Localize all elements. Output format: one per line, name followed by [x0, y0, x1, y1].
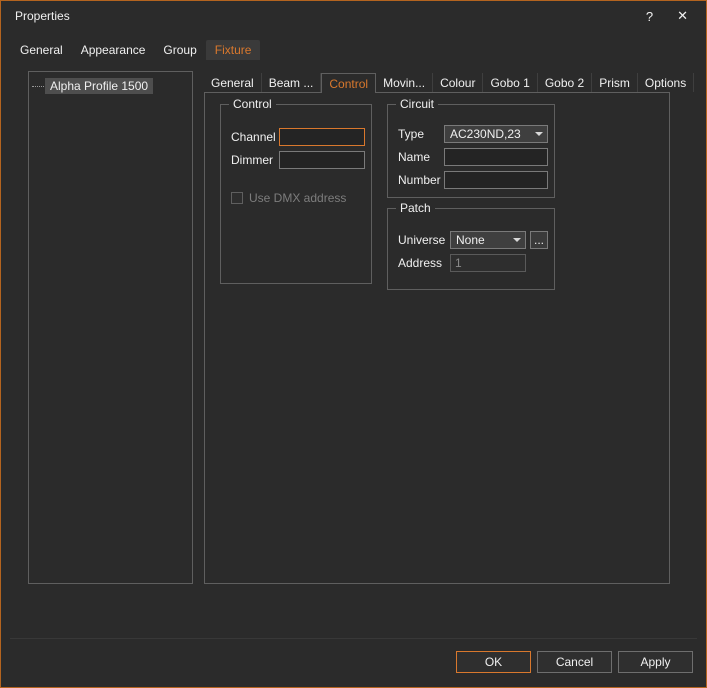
circuit-number-row: Number	[398, 171, 548, 189]
close-icon[interactable]: ✕	[673, 8, 692, 24]
circuit-groupbox-legend: Circuit	[396, 97, 438, 111]
universe-row: Universe None ...	[398, 231, 548, 249]
tab-fixture-control[interactable]: Control	[321, 73, 376, 93]
use-dmx-label: Use DMX address	[249, 191, 346, 205]
dimmer-input[interactable]	[279, 151, 365, 169]
tab-fixture-colour[interactable]: Colour	[433, 73, 483, 92]
tab-fixture-gobo2[interactable]: Gobo 2	[538, 73, 592, 92]
tab-general[interactable]: General	[11, 40, 72, 60]
fixture-tree-panel: Alpha Profile 1500	[28, 71, 193, 584]
tab-group[interactable]: Group	[154, 40, 205, 60]
address-input	[450, 254, 526, 272]
universe-value: None	[451, 233, 513, 247]
tab-fixture-moving[interactable]: Movin...	[376, 73, 433, 92]
apply-button[interactable]: Apply	[618, 651, 693, 673]
channel-input[interactable]	[279, 128, 365, 146]
universe-dropdown[interactable]: None	[450, 231, 526, 249]
tab-fixture-gobo1[interactable]: Gobo 1	[483, 73, 537, 92]
tree-item-fixture[interactable]: Alpha Profile 1500	[29, 78, 192, 94]
universe-label: Universe	[398, 233, 450, 247]
circuit-name-input[interactable]	[444, 148, 548, 166]
dimmer-label: Dimmer	[231, 153, 279, 167]
tab-fixture-general[interactable]: General	[204, 73, 262, 92]
channel-row: Channel	[231, 128, 365, 146]
address-label: Address	[398, 256, 450, 270]
footer-separator	[10, 638, 697, 639]
control-tab-panel: Control Channel Dimmer Use DMX address C…	[204, 92, 670, 584]
dropdown-arrow-icon	[513, 238, 521, 242]
dimmer-row: Dimmer	[231, 151, 365, 169]
ok-button[interactable]: OK	[456, 651, 531, 673]
patch-groupbox-legend: Patch	[396, 201, 435, 215]
tree-branch-line	[32, 86, 44, 87]
dropdown-arrow-icon	[535, 132, 543, 136]
main-tab-bar: General Appearance Group Fixture	[11, 40, 260, 60]
use-dmx-row: Use DMX address	[231, 189, 365, 207]
universe-browse-button[interactable]: ...	[530, 231, 548, 249]
use-dmx-checkbox	[231, 192, 243, 204]
circuit-type-dropdown[interactable]: AC230ND,23	[444, 125, 548, 143]
tab-appearance[interactable]: Appearance	[72, 40, 155, 60]
tab-fixture-beam[interactable]: Beam ...	[262, 73, 322, 92]
circuit-type-value: AC230ND,23	[445, 127, 535, 141]
circuit-type-row: Type AC230ND,23	[398, 125, 548, 143]
circuit-type-label: Type	[398, 127, 444, 141]
footer-button-bar: OK Cancel Apply	[456, 651, 693, 673]
tab-fixture-prism[interactable]: Prism	[592, 73, 638, 92]
titlebar[interactable]: Properties ? ✕	[1, 1, 706, 31]
tab-fixture[interactable]: Fixture	[206, 40, 261, 60]
fixture-tab-bar: General Beam ... Control Movin... Colour…	[204, 73, 694, 92]
tree-item-label: Alpha Profile 1500	[45, 78, 153, 94]
circuit-groupbox: Circuit Type AC230ND,23 Name Number	[387, 104, 555, 198]
circuit-number-input[interactable]	[444, 171, 548, 189]
help-icon[interactable]: ?	[640, 9, 659, 24]
control-groupbox: Control Channel Dimmer Use DMX address	[220, 104, 372, 284]
channel-label: Channel	[231, 130, 279, 144]
cancel-button[interactable]: Cancel	[537, 651, 612, 673]
window-title: Properties	[15, 9, 70, 23]
properties-dialog: Properties ? ✕ General Appearance Group …	[0, 0, 707, 688]
circuit-number-label: Number	[398, 173, 444, 187]
patch-groupbox: Patch Universe None ... Address	[387, 208, 555, 290]
circuit-name-label: Name	[398, 150, 444, 164]
control-groupbox-legend: Control	[229, 97, 276, 111]
address-row: Address	[398, 254, 548, 272]
tab-fixture-options[interactable]: Options	[638, 73, 694, 92]
circuit-name-row: Name	[398, 148, 548, 166]
